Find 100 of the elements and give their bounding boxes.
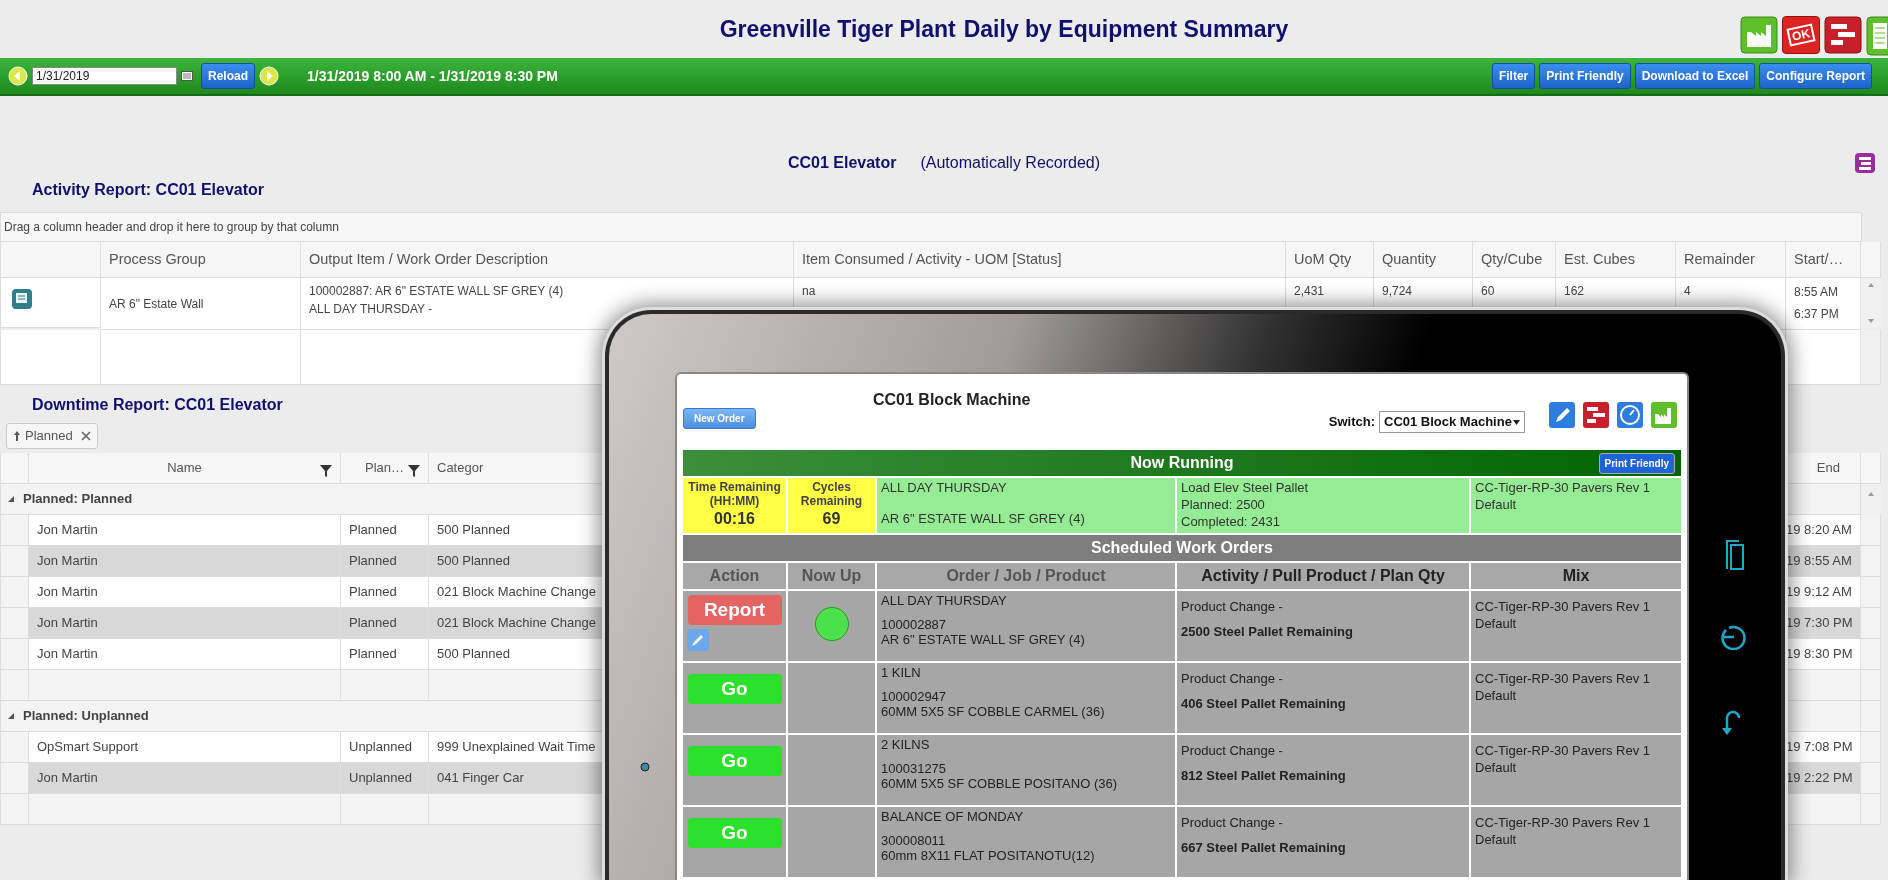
activity-text: Product Change - (1181, 670, 1284, 688)
mix-text: CC-Tiger-RP-30 Pavers Rev 1 (1475, 814, 1652, 832)
cell-text: OpSmart Support (37, 738, 139, 757)
order-text: 100002887 (881, 616, 948, 633)
order-text: 100002947 (881, 688, 948, 705)
cell-text: 2,431 (1294, 284, 1325, 298)
cell-text: Planned (349, 645, 397, 664)
order-text: ALL DAY THURSDAY (881, 592, 1008, 609)
toolbar-button[interactable]: Print Friendly (1539, 63, 1631, 89)
caret-icon (1513, 419, 1520, 425)
reload-button[interactable]: Reload (201, 63, 255, 89)
factory-icon[interactable] (1740, 16, 1778, 54)
table-cell: AR 6" Estate Wall (101, 278, 301, 331)
cell-text: Planned (349, 583, 397, 602)
cell-text: na (802, 284, 816, 298)
page-title: Greenville Tiger Plant (719, 14, 956, 44)
order-text: 300008011 (881, 832, 947, 849)
page-subtitle: Daily by Equipment Summary (963, 14, 1289, 44)
filter-icon[interactable] (320, 465, 332, 478)
cell-text: 9,724 (1382, 284, 1413, 298)
column-header[interactable]: Item Consumed / Activity - UOM [Status] (794, 242, 1286, 278)
cell-text: 500 Planned (437, 552, 510, 571)
power-icon[interactable] (1721, 624, 1747, 650)
cell-text: 19 2:22 PM (1786, 769, 1853, 788)
gantt-icon[interactable] (1824, 16, 1862, 54)
column-header: Activity / Pull Product / Plan Qty (1177, 562, 1469, 589)
collapse-triangle-icon[interactable] (7, 495, 15, 504)
column-header: Now Up (788, 562, 875, 589)
toolbar-button[interactable]: Filter (1491, 63, 1536, 89)
ok-icon[interactable]: OK (1782, 16, 1820, 54)
cell-text: Jon Martin (37, 769, 98, 788)
info-text: Load Elev Steel Pallet (1181, 480, 1310, 497)
document-icon[interactable] (1866, 16, 1888, 56)
info-text: AR 6" ESTATE WALL SF GREY (4) (881, 510, 1086, 528)
table-cell (1861, 330, 1881, 386)
date-range: 1/31/2019 8:00 AM - 1/31/2019 8:30 PM (307, 66, 558, 86)
column-header[interactable]: Remainder (1676, 242, 1786, 278)
gantt-icon[interactable] (1583, 402, 1609, 428)
toolbar-button[interactable]: Download to Excel (1634, 63, 1756, 89)
gauge-icon[interactable] (1617, 402, 1643, 428)
recording-mode: (Automatically Recorded) (920, 153, 1101, 173)
column-header[interactable]: Name (167, 458, 202, 478)
cell-text: 999 Unexplained Wait Time (437, 738, 596, 757)
info-text: Completed: 2431 (1181, 513, 1281, 531)
remaining-text: 2500 Steel Pallet Remaining (1181, 623, 1354, 641)
column-header: Order / Job / Product (877, 562, 1175, 589)
order-text: 60mm 8X11 FLAT POSITANOTU(12) (881, 848, 1096, 865)
group-hint: Drag a column header and drop it here to group by that column (0, 212, 1862, 242)
cell-text: 19 9:12 AM (1786, 583, 1852, 602)
column-header[interactable]: End (1816, 458, 1840, 478)
group-label: Planned: Unplanned (23, 707, 149, 726)
group-label: Planned: Planned (23, 490, 133, 509)
collapse-triangle-icon[interactable] (7, 712, 15, 721)
cell-text: Jon Martin (37, 583, 98, 602)
column-header[interactable]: Qty/Cube (1473, 242, 1556, 278)
recent-apps-icon[interactable] (1725, 539, 1745, 571)
cell-text: Planned (349, 521, 397, 540)
column-header[interactable]: Plan… (365, 458, 404, 478)
cell-text: Unplanned (349, 738, 412, 757)
column-header[interactable]: Output Item / Work Order Description (301, 242, 794, 278)
order-text: 60MM 5X5 SF COBBLE POSITANO (36) (881, 776, 1118, 793)
activity-text: Product Change - (1181, 742, 1284, 760)
date-field[interactable]: 1/31/2019 (32, 67, 177, 85)
switch-dropdown[interactable]: CC01 Block Machine (1379, 411, 1525, 433)
sort-arrow-icon (13, 430, 21, 443)
cell-text: Jon Martin (37, 645, 98, 664)
column-header[interactable]: Process Group (101, 242, 301, 278)
column-header: Mix (1471, 562, 1681, 589)
cell-text: 8:55 AM (1794, 284, 1840, 301)
document-icon[interactable] (11, 288, 33, 310)
mix-text: Default (1475, 615, 1518, 633)
filter-icon[interactable] (408, 465, 420, 478)
remaining-text: 667 Steel Pallet Remaining (1181, 839, 1347, 857)
column-header[interactable]: Quantity (1374, 242, 1473, 278)
cell-text: 4 (1684, 284, 1691, 298)
print-friendly-button[interactable]: Print Friendly (1598, 453, 1675, 474)
equipment-name: CC01 Elevator (787, 153, 897, 173)
cell-text: 60 (1481, 284, 1495, 298)
cell-text: 100002887: AR 6" ESTATE WALL SF GREY (4) (309, 283, 565, 300)
group-chip[interactable]: Planned (6, 423, 98, 449)
cell-text: 021 Block Machine Change (437, 614, 596, 633)
cell-text: 162 (1564, 284, 1585, 298)
order-text: 1 KILN (881, 664, 922, 681)
column-header[interactable]: Categor (437, 458, 484, 478)
header-cell (1861, 242, 1881, 278)
column-header[interactable]: Start/… (1786, 242, 1861, 278)
toolbar-button[interactable]: Configure Report (1759, 63, 1872, 89)
info-text: Default (1475, 496, 1518, 514)
mix-text: CC-Tiger-RP-30 Pavers Rev 1 (1475, 742, 1652, 760)
cell-text: Jon Martin (37, 521, 98, 540)
cell-text: 19 7:30 PM (1786, 614, 1853, 633)
column-header: Action (683, 562, 786, 589)
pencil-icon[interactable] (1549, 402, 1575, 428)
group-row (1861, 794, 1881, 826)
camera-icon (640, 762, 650, 772)
column-header[interactable]: UoM Qty (1286, 242, 1374, 278)
column-header[interactable]: Est. Cubes (1556, 242, 1676, 278)
time-remaining: 00:16 (713, 508, 756, 528)
close-icon[interactable] (80, 431, 91, 442)
cell-text: Planned (349, 614, 397, 633)
